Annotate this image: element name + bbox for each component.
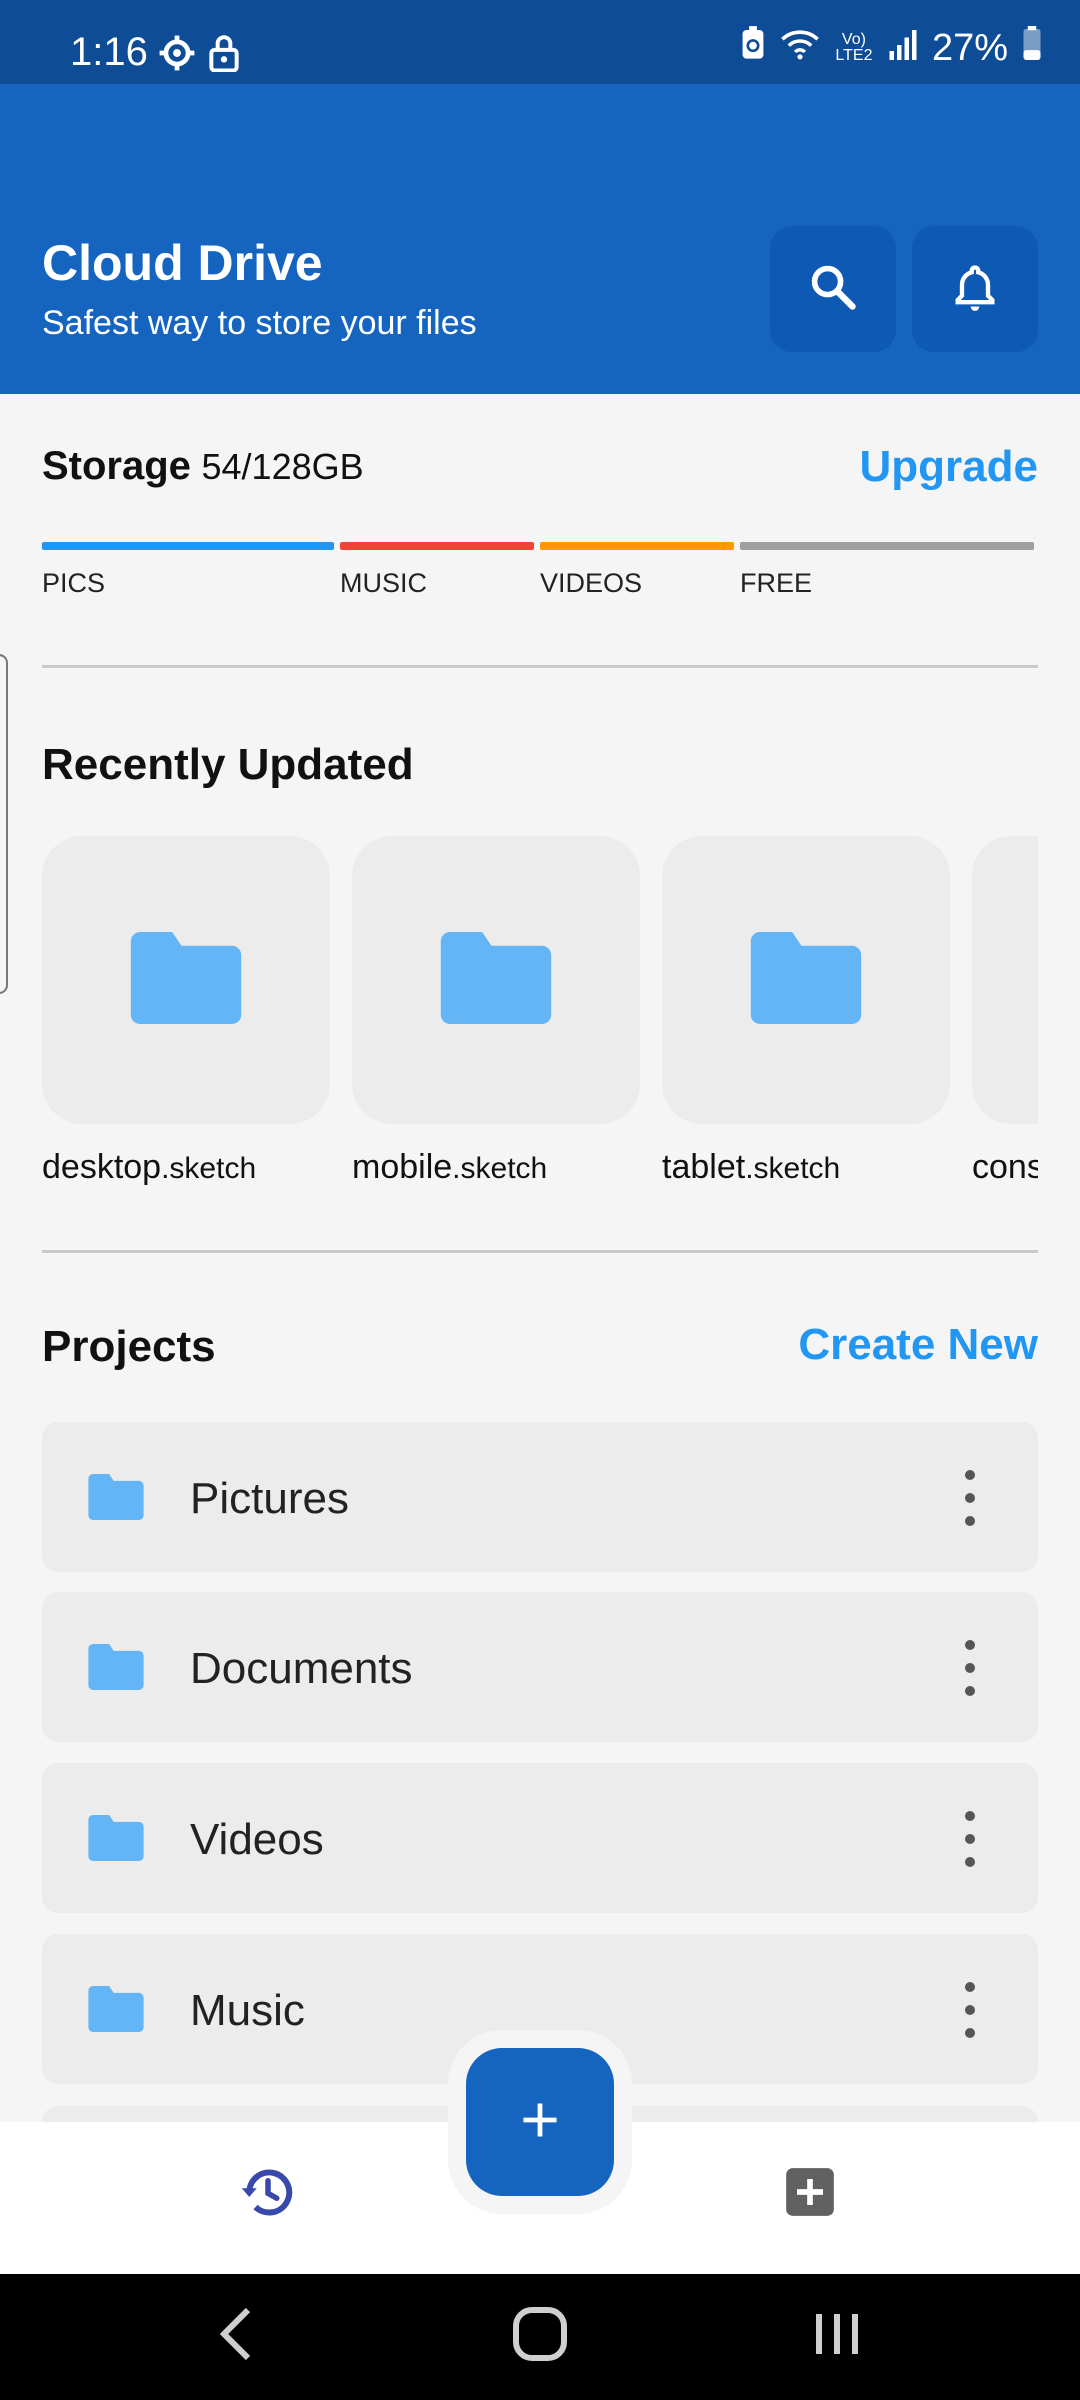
history-nav-button[interactable] — [238, 2162, 298, 2227]
app-title: Cloud Drive — [42, 235, 323, 291]
projects-title: Projects — [42, 1322, 216, 1371]
volte-icon: Vo) LTE2 — [835, 31, 873, 64]
project-row-documents[interactable]: Documents — [42, 1592, 1038, 1742]
folder-icon — [130, 931, 242, 1029]
storage-bar-pics — [42, 542, 334, 550]
status-time: 1:16 — [70, 30, 148, 74]
storage-bar-videos — [540, 542, 734, 550]
recent-file-card[interactable] — [662, 836, 950, 1124]
project-name: Music — [190, 1986, 305, 2035]
folder-icon — [88, 1815, 144, 1866]
recent-file-name: tablet — [662, 1148, 746, 1186]
battery-icon — [1022, 26, 1042, 70]
recent-file-ext: .sketch — [745, 1152, 841, 1185]
project-row-videos[interactable]: Videos — [42, 1763, 1038, 1913]
more-options-icon[interactable] — [960, 1640, 980, 1696]
storage-label-videos: VIDEOS — [540, 568, 643, 598]
project-row-pictures[interactable]: Pictures — [42, 1422, 1038, 1572]
recent-file-name: desktop — [42, 1148, 162, 1186]
project-name: Pictures — [190, 1474, 349, 1523]
plus-icon — [518, 2098, 562, 2147]
divider — [42, 665, 1038, 668]
folder-icon — [750, 931, 862, 1029]
storage-label: Storage — [42, 444, 191, 488]
project-name: Videos — [190, 1815, 324, 1864]
storage-bar-free — [740, 542, 1034, 550]
more-options-icon[interactable] — [960, 1811, 980, 1867]
recent-file-card[interactable] — [352, 836, 640, 1124]
recent-file-ext: .sketch — [161, 1152, 257, 1185]
history-icon — [238, 2169, 298, 2226]
storage-bar-music — [340, 542, 534, 550]
home-icon[interactable] — [510, 2302, 570, 2371]
recent-file-name: mobile — [352, 1148, 453, 1186]
app-subtitle: Safest way to store your files — [42, 304, 477, 342]
upgrade-button[interactable]: Upgrade — [860, 442, 1038, 492]
back-icon[interactable] — [216, 2302, 256, 2371]
storage-label-pics: PICS — [42, 568, 106, 598]
recent-file-ext: .sketch — [452, 1152, 548, 1185]
system-nav-bar — [0, 2274, 1080, 2400]
add-box-icon — [784, 2168, 836, 2222]
divider — [42, 1250, 1038, 1253]
recent-file-card[interactable] — [42, 836, 330, 1124]
add-box-nav-button[interactable] — [784, 2166, 836, 2223]
battery-percent: 27% — [931, 26, 1008, 69]
add-fab-button[interactable] — [466, 2048, 614, 2196]
lock-icon — [208, 34, 240, 77]
settings-gear-icon — [158, 34, 196, 77]
recent-files-carousel[interactable]: desktop.sketch mobile.sketch tablet.sket… — [42, 836, 1038, 1196]
folder-icon — [88, 1644, 144, 1695]
storage-summary: Storage 54/128GB — [42, 444, 364, 489]
storage-label-free: FREE — [740, 568, 813, 598]
recents-icon[interactable] — [812, 2302, 862, 2371]
recent-file-name: cons — [972, 1148, 1038, 1186]
signal-icon — [888, 27, 918, 70]
recent-file-label[interactable]: desktop.sketch — [42, 1148, 256, 1187]
folder-icon — [88, 1986, 144, 2037]
project-name: Documents — [190, 1644, 413, 1693]
recent-file-label[interactable]: cons — [972, 1148, 1038, 1187]
status-bar: 1:16 Vo) LTE2 27% — [0, 0, 1080, 84]
battery-saver-icon — [740, 26, 766, 70]
folder-icon — [88, 1474, 144, 1525]
more-options-icon[interactable] — [960, 1470, 980, 1526]
more-options-icon[interactable] — [960, 1982, 980, 2038]
edge-panel-handle[interactable] — [0, 654, 8, 994]
create-new-button[interactable]: Create New — [798, 1320, 1038, 1370]
storage-label-music: MUSIC — [340, 568, 427, 598]
bell-icon — [949, 261, 1001, 318]
search-button[interactable] — [770, 226, 896, 352]
folder-icon — [440, 931, 552, 1029]
wifi-icon — [780, 27, 820, 70]
storage-value: 54/128GB — [201, 446, 364, 487]
recently-updated-title: Recently Updated — [42, 740, 414, 789]
recent-file-label[interactable]: tablet.sketch — [662, 1148, 840, 1187]
recent-file-card[interactable] — [972, 836, 1038, 1124]
recent-file-label[interactable]: mobile.sketch — [352, 1148, 547, 1187]
search-icon — [807, 261, 859, 318]
app-header: Cloud Drive Safest way to store your fil… — [0, 84, 1080, 394]
notifications-button[interactable] — [912, 226, 1038, 352]
